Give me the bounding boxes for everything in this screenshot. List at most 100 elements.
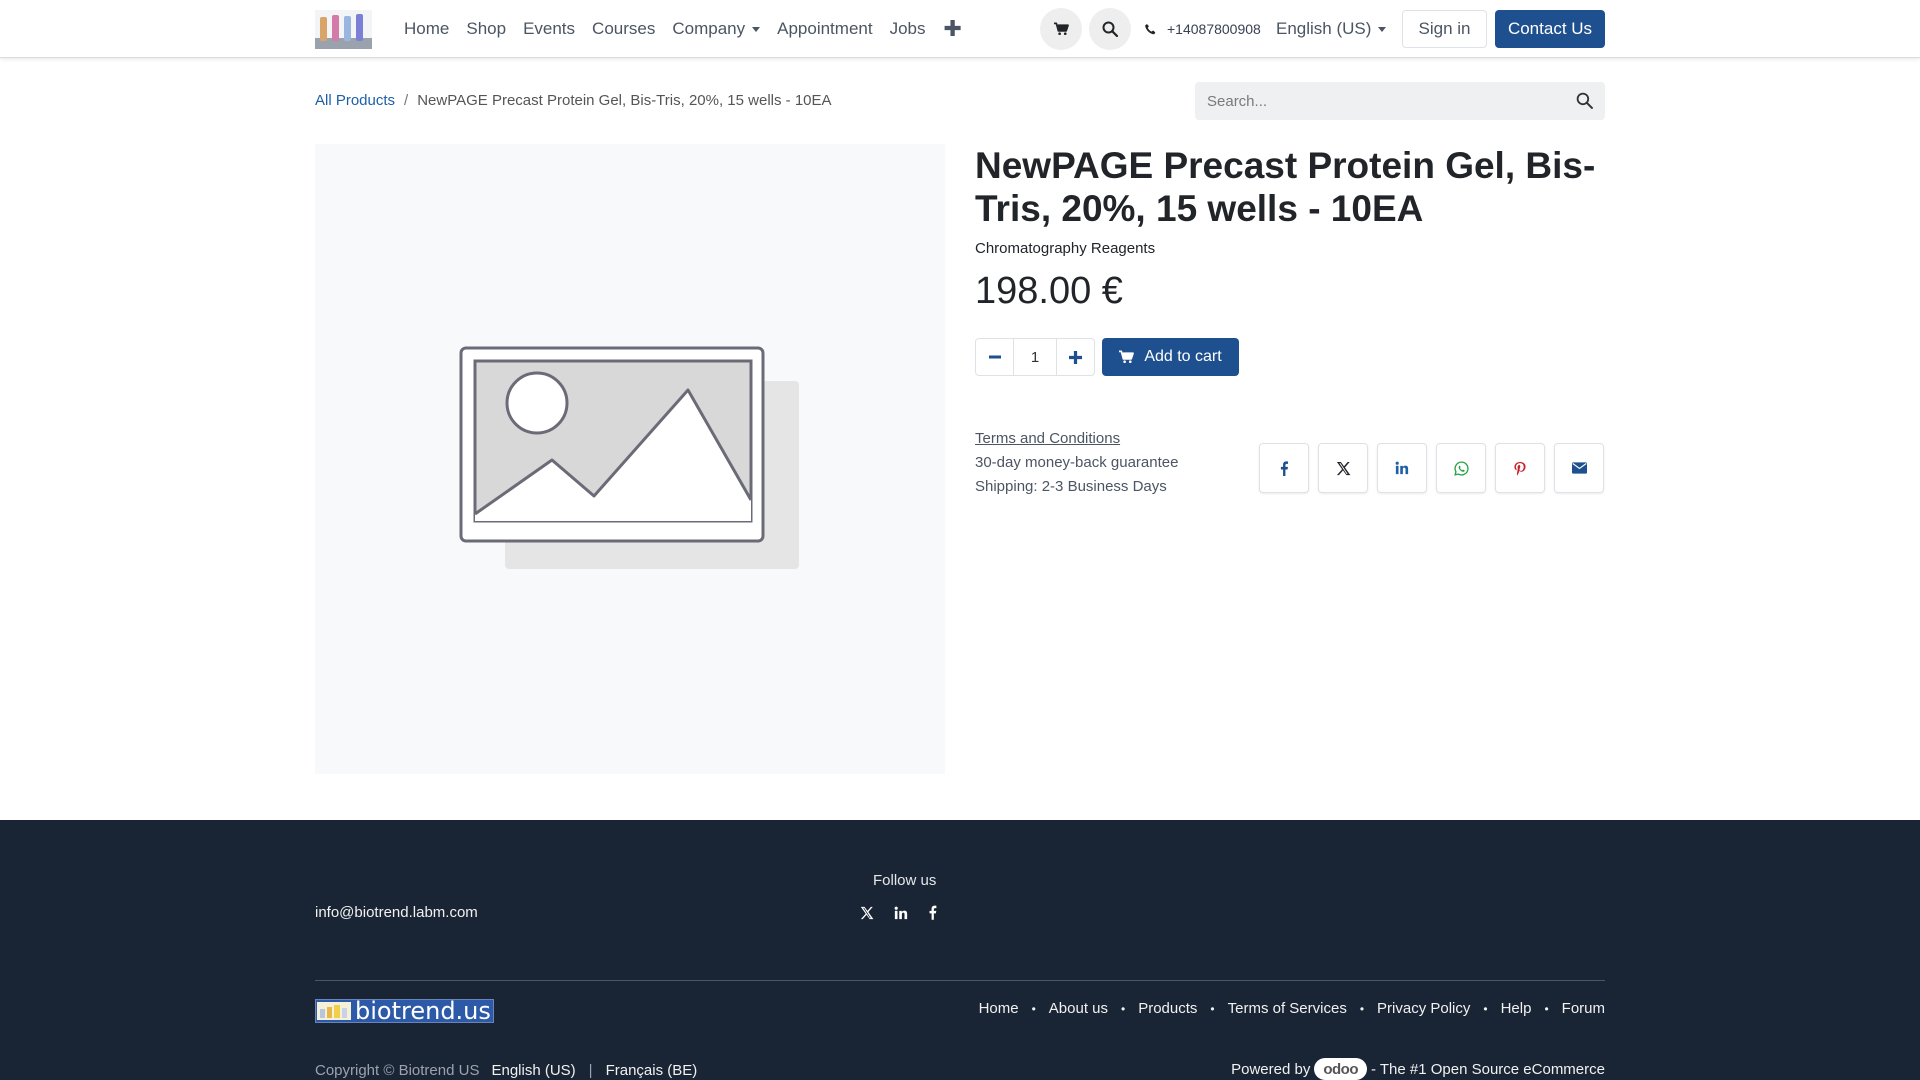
copyright-text: Copyright © Biotrend US xyxy=(315,1062,480,1079)
footer-facebook-link[interactable] xyxy=(928,905,937,920)
guarantee-text: 30-day money-back guarantee xyxy=(975,454,1179,471)
email-icon xyxy=(1571,462,1587,474)
facebook-icon xyxy=(929,905,937,920)
breadcrumb-separator: / xyxy=(404,92,409,109)
quantity-stepper: 1 xyxy=(975,338,1095,376)
product-image[interactable] xyxy=(315,144,945,774)
footer-brand-logo[interactable]: biotrend.us xyxy=(315,999,494,1023)
x-icon xyxy=(860,906,874,919)
header-search-button[interactable] xyxy=(1089,8,1131,50)
chevron-down-icon xyxy=(1378,26,1387,32)
powered-by: Powered by odoo - The #1 Open Source eCo… xyxy=(1231,1058,1605,1080)
phone-link[interactable]: +14087800908 xyxy=(1144,0,1261,58)
share-x-button[interactable] xyxy=(1318,443,1368,493)
cart-icon xyxy=(1119,350,1135,363)
breadcrumb: All Products / NewPAGE Precast Protein G… xyxy=(315,92,832,109)
site-logo[interactable] xyxy=(315,10,372,49)
footer-linkedin-link[interactable] xyxy=(894,906,908,920)
product-price: 198.00 € xyxy=(975,270,1123,312)
whatsapp-icon xyxy=(1453,460,1469,476)
top-navbar: Home Shop Events Courses Company Appoint… xyxy=(0,0,1920,58)
footer-link-about-us[interactable]: About us xyxy=(1049,1000,1108,1017)
site-footer: Follow us info@biotrend.labm.com biotren… xyxy=(0,820,1920,1080)
link-separator: • xyxy=(1210,1001,1215,1016)
search-input[interactable] xyxy=(1207,92,1567,110)
nav-appointment[interactable]: Appointment xyxy=(777,19,872,39)
cart-icon xyxy=(1053,22,1069,35)
nav-company-label: Company xyxy=(672,19,746,38)
powered-by-label: Powered by xyxy=(1231,1060,1311,1078)
link-separator: • xyxy=(1544,1001,1549,1016)
product-search xyxy=(1195,82,1605,120)
footer-links: Home • About us • Products • Terms of Se… xyxy=(979,1000,1605,1017)
language-label: English (US) xyxy=(1276,19,1372,38)
nav-shop[interactable]: Shop xyxy=(466,19,506,39)
add-to-cart-button[interactable]: Add to cart xyxy=(1102,338,1239,376)
footer-lang-english[interactable]: English (US) xyxy=(491,1062,575,1079)
footer-link-products[interactable]: Products xyxy=(1138,1000,1197,1017)
breadcrumb-current: NewPAGE Precast Protein Gel, Bis-Tris, 2… xyxy=(417,92,832,109)
contact-us-button[interactable]: Contact Us xyxy=(1495,10,1605,48)
footer-link-help[interactable]: Help xyxy=(1501,1000,1532,1017)
nav-jobs[interactable]: Jobs xyxy=(890,19,926,39)
powered-by-tagline[interactable]: - The #1 Open Source eCommerce xyxy=(1371,1061,1605,1078)
footer-social-links xyxy=(860,905,957,920)
quantity-increase-button[interactable] xyxy=(1056,338,1095,376)
facebook-icon xyxy=(1280,460,1289,476)
follow-us-heading: Follow us xyxy=(873,872,937,889)
quantity-input[interactable]: 1 xyxy=(1014,338,1056,376)
share-pinterest-button[interactable] xyxy=(1495,443,1545,493)
x-icon xyxy=(1336,461,1350,475)
copyright-bar: Copyright © Biotrend US English (US) | F… xyxy=(315,1062,697,1079)
image-placeholder-icon xyxy=(459,346,799,569)
quantity-decrease-button[interactable] xyxy=(975,338,1014,376)
product-terms: Terms and Conditions 30-day money-back g… xyxy=(975,427,1178,499)
footer-link-terms[interactable]: Terms of Services xyxy=(1228,1000,1347,1017)
sign-in-button[interactable]: Sign in xyxy=(1402,10,1487,48)
share-facebook-button[interactable] xyxy=(1259,443,1309,493)
linkedin-icon xyxy=(894,906,908,919)
plus-icon xyxy=(1069,350,1082,364)
phone-number: +14087800908 xyxy=(1167,21,1261,37)
lang-separator: | xyxy=(588,1062,593,1079)
chevron-down-icon xyxy=(752,26,761,32)
share-linkedin-button[interactable] xyxy=(1377,443,1427,493)
link-separator: • xyxy=(1031,1001,1036,1016)
share-email-button[interactable] xyxy=(1554,443,1604,493)
linkedin-icon xyxy=(1395,461,1409,475)
main-nav: Home Shop Events Courses Company Appoint… xyxy=(404,0,979,58)
share-buttons xyxy=(1259,443,1613,493)
share-whatsapp-button[interactable] xyxy=(1436,443,1486,493)
pinterest-icon xyxy=(1514,461,1526,476)
phone-icon xyxy=(1145,23,1156,34)
plus-icon[interactable]: ✚ xyxy=(944,18,962,40)
nav-events[interactable]: Events xyxy=(523,19,575,39)
odoo-logo[interactable]: odoo xyxy=(1314,1058,1367,1080)
minus-icon xyxy=(988,355,1001,359)
search-icon[interactable] xyxy=(1576,92,1593,109)
footer-link-home[interactable]: Home xyxy=(979,1000,1019,1017)
nav-courses[interactable]: Courses xyxy=(592,19,655,39)
footer-link-forum[interactable]: Forum xyxy=(1562,1000,1605,1017)
nav-home[interactable]: Home xyxy=(404,19,449,39)
brand-image-icon xyxy=(317,1002,351,1020)
footer-link-privacy[interactable]: Privacy Policy xyxy=(1377,1000,1470,1017)
link-separator: • xyxy=(1359,1001,1365,1016)
language-selector[interactable]: English (US) xyxy=(1276,0,1387,58)
product-title: NewPAGE Precast Protein Gel, Bis-Tris, 2… xyxy=(975,145,1596,229)
footer-lang-french[interactable]: Français (BE) xyxy=(606,1062,698,1079)
footer-divider xyxy=(315,980,1605,981)
footer-x-link[interactable] xyxy=(860,906,874,920)
search-icon xyxy=(1102,21,1118,37)
cart-button[interactable] xyxy=(1040,8,1082,50)
breadcrumb-all-products[interactable]: All Products xyxy=(315,92,395,109)
link-separator: • xyxy=(1483,1001,1488,1016)
add-to-cart-label: Add to cart xyxy=(1144,348,1222,365)
shipping-text: Shipping: 2-3 Business Days xyxy=(975,478,1167,495)
footer-email[interactable]: info@biotrend.labm.com xyxy=(315,904,478,921)
brand-name: biotrend.us xyxy=(355,997,491,1025)
nav-company-dropdown[interactable]: Company xyxy=(672,19,761,39)
link-separator: • xyxy=(1121,1001,1126,1016)
terms-and-conditions-link[interactable]: Terms and Conditions xyxy=(975,427,1178,451)
product-category: Chromatography Reagents xyxy=(975,240,1156,257)
